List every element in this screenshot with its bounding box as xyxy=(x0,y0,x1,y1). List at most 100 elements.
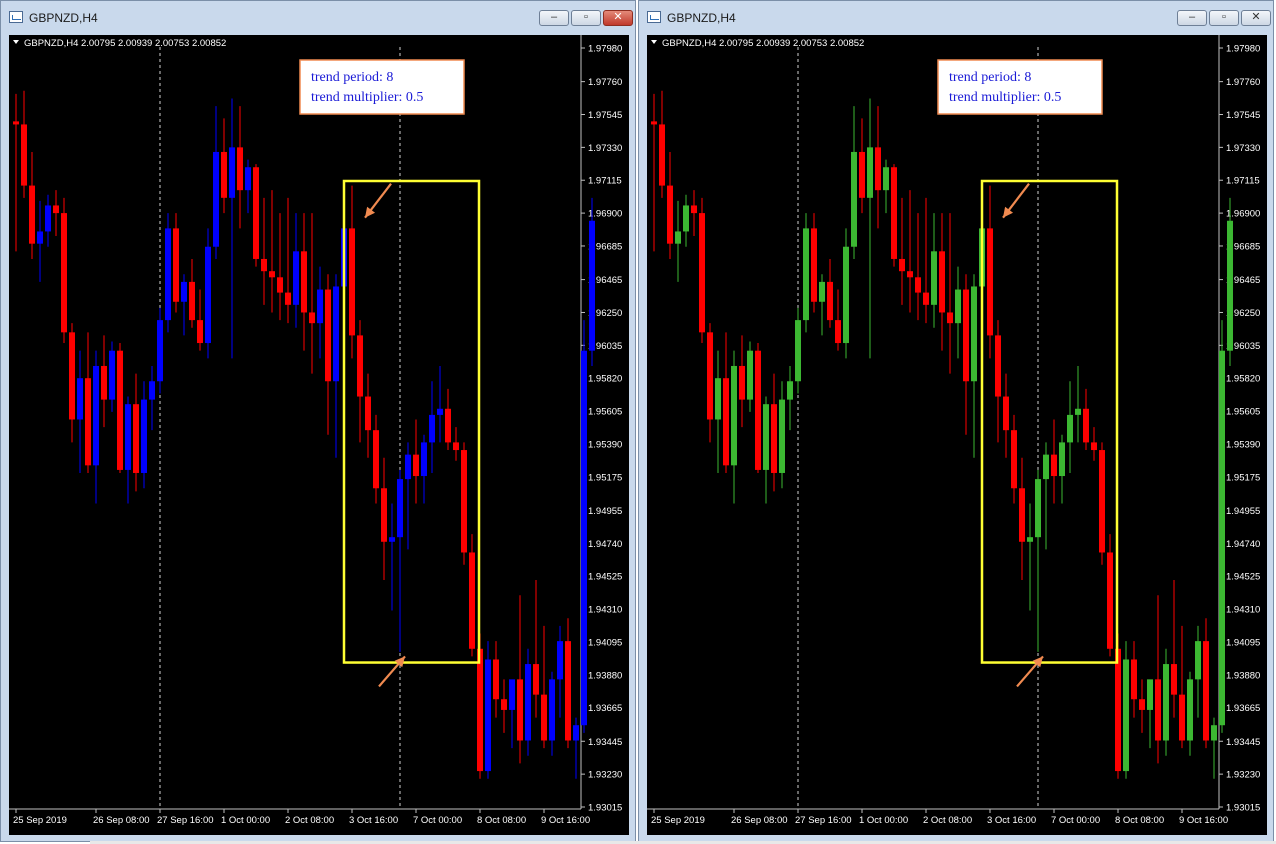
candle-body[interactable] xyxy=(891,167,897,259)
candle-body[interactable] xyxy=(189,281,195,321)
candle-body[interactable] xyxy=(301,251,307,313)
candle-body[interactable] xyxy=(157,320,163,382)
candle-body[interactable] xyxy=(413,454,419,477)
candle-body[interactable] xyxy=(1067,414,1073,443)
candlestick-chart[interactable]: 1.97980 1.97760 1.97545 1.97330 1.97115 1.969… xyxy=(647,35,1267,835)
candle-body[interactable] xyxy=(581,350,587,726)
candle-body[interactable] xyxy=(1035,479,1041,538)
candle-body[interactable] xyxy=(1163,664,1169,741)
candle-body[interactable] xyxy=(819,281,825,302)
candle-body[interactable] xyxy=(85,378,91,466)
candle-body[interactable] xyxy=(261,258,267,272)
candle-body[interactable] xyxy=(325,289,331,382)
candle-body[interactable] xyxy=(907,271,913,278)
chart-window-right[interactable]: GBPNZD,H4 – ▫ ✕ 1.97980 1.97760 1.97545 1.9… xyxy=(638,0,1274,842)
close-button[interactable]: ✕ xyxy=(1241,10,1271,26)
candle-body[interactable] xyxy=(469,552,475,649)
candle-body[interactable] xyxy=(747,350,753,400)
candle-body[interactable] xyxy=(691,205,697,214)
candle-body[interactable] xyxy=(565,641,571,741)
title-bar[interactable]: GBPNZD,H4 – ▫ ✕ xyxy=(1,1,635,35)
candle-body[interactable] xyxy=(381,488,387,542)
candle-body[interactable] xyxy=(1147,679,1153,710)
candle-body[interactable] xyxy=(109,350,115,400)
candle-body[interactable] xyxy=(437,408,443,415)
candle-body[interactable] xyxy=(1179,694,1185,741)
candle-body[interactable] xyxy=(731,365,737,466)
candle-body[interactable] xyxy=(525,664,531,741)
candle-body[interactable] xyxy=(149,381,155,400)
candle-body[interactable] xyxy=(795,320,801,382)
candle-body[interactable] xyxy=(859,151,865,198)
candlestick-chart[interactable]: 1.97980 1.97760 1.97545 1.97330 1.97115 1.969… xyxy=(9,35,629,835)
candle-body[interactable] xyxy=(461,450,467,553)
candle-body[interactable] xyxy=(955,289,961,324)
candle-body[interactable] xyxy=(899,258,905,272)
candle-body[interactable] xyxy=(397,479,403,538)
chart-menu-triangle-icon[interactable] xyxy=(651,40,657,44)
candle-body[interactable] xyxy=(1059,442,1065,477)
candle-body[interactable] xyxy=(1171,664,1177,695)
candle-body[interactable] xyxy=(573,725,579,741)
candle-body[interactable] xyxy=(349,228,355,336)
candle-body[interactable] xyxy=(77,378,83,420)
candle-body[interactable] xyxy=(229,147,235,198)
candle-body[interactable] xyxy=(835,320,841,344)
candle-body[interactable] xyxy=(1019,488,1025,542)
candle-body[interactable] xyxy=(755,350,761,470)
chart-menu-triangle-icon[interactable] xyxy=(13,40,19,44)
candle-body[interactable] xyxy=(851,151,857,247)
candle-body[interactable] xyxy=(1211,725,1217,741)
candle-body[interactable] xyxy=(811,228,817,302)
candle-body[interactable] xyxy=(589,220,595,351)
candle-body[interactable] xyxy=(245,167,251,191)
candle-body[interactable] xyxy=(509,679,515,710)
candle-body[interactable] xyxy=(117,350,123,470)
candle-body[interactable] xyxy=(1107,552,1113,649)
candle-body[interactable] xyxy=(333,286,339,382)
candle-body[interactable] xyxy=(827,281,833,321)
candle-body[interactable] xyxy=(405,454,411,480)
candle-body[interactable] xyxy=(995,335,1001,397)
candle-body[interactable] xyxy=(477,648,483,772)
candle-body[interactable] xyxy=(683,205,689,232)
candle-body[interactable] xyxy=(667,185,673,244)
minimize-button[interactable]: – xyxy=(539,10,569,26)
candle-body[interactable] xyxy=(373,430,379,489)
candle-body[interactable] xyxy=(923,292,929,305)
candle-body[interactable] xyxy=(485,659,491,772)
candle-body[interactable] xyxy=(915,277,921,293)
candle-body[interactable] xyxy=(699,213,705,333)
candle-body[interactable] xyxy=(1139,699,1145,710)
candle-body[interactable] xyxy=(317,289,323,324)
candle-body[interactable] xyxy=(549,679,555,741)
candle-body[interactable] xyxy=(1187,679,1193,741)
candle-body[interactable] xyxy=(53,205,59,214)
candle-body[interactable] xyxy=(173,228,179,302)
close-button[interactable]: ✕ xyxy=(603,10,633,26)
candle-body[interactable] xyxy=(1155,679,1161,741)
candle-body[interactable] xyxy=(787,381,793,400)
candle-body[interactable] xyxy=(931,251,937,305)
candle-body[interactable] xyxy=(213,151,219,247)
candle-body[interactable] xyxy=(1099,450,1105,553)
candle-body[interactable] xyxy=(141,399,147,473)
candle-body[interactable] xyxy=(875,147,881,191)
candle-body[interactable] xyxy=(1115,648,1121,772)
candle-body[interactable] xyxy=(1011,430,1017,489)
candle-body[interactable] xyxy=(1083,408,1089,443)
candle-body[interactable] xyxy=(1195,641,1201,680)
candle-body[interactable] xyxy=(843,246,849,344)
candle-body[interactable] xyxy=(285,292,291,305)
candle-body[interactable] xyxy=(883,167,889,191)
candle-body[interactable] xyxy=(45,205,51,232)
candle-body[interactable] xyxy=(269,271,275,278)
candle-body[interactable] xyxy=(675,231,681,244)
candle-body[interactable] xyxy=(1075,408,1081,415)
title-bar[interactable]: GBPNZD,H4 – ▫ ✕ xyxy=(639,1,1273,35)
candle-body[interactable] xyxy=(293,251,299,305)
candle-body[interactable] xyxy=(541,694,547,741)
candle-body[interactable] xyxy=(421,442,427,477)
candle-body[interactable] xyxy=(1027,537,1033,542)
candle-body[interactable] xyxy=(971,286,977,382)
